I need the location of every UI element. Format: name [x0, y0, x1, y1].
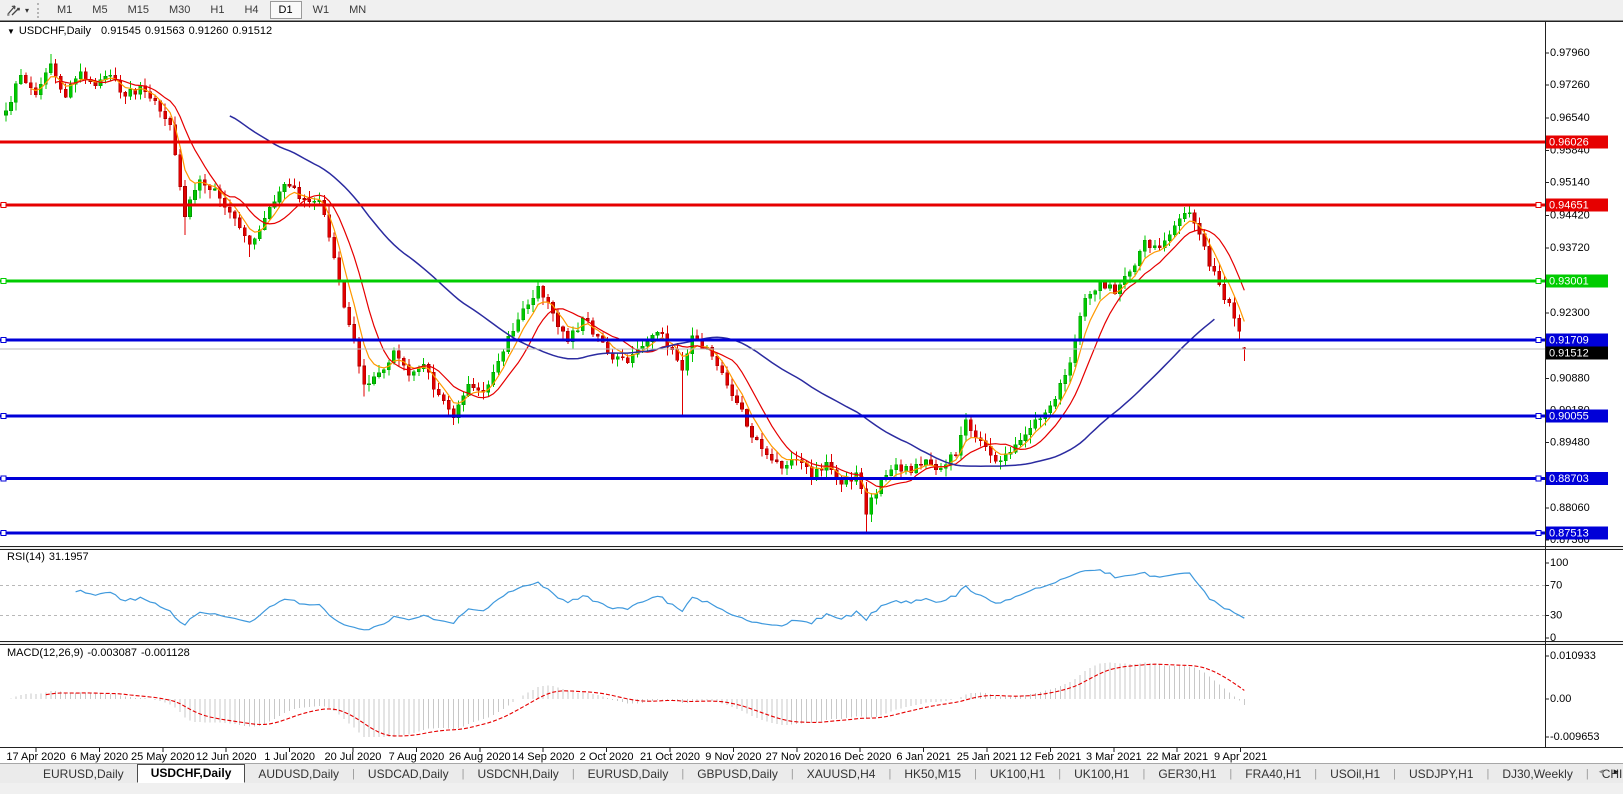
chart-tab-eurusd-daily[interactable]: EURUSD,Daily	[30, 765, 137, 783]
ohlc-close: 0.91512	[232, 25, 273, 37]
rsi-axis-tick: 70	[1550, 580, 1562, 592]
date-axis-label: 22 Mar 2021	[1146, 751, 1208, 763]
date-axis-label: 12 Feb 2021	[1020, 751, 1082, 763]
rsi-axis-tick: 30	[1550, 610, 1562, 622]
chart-tab-audusd-daily[interactable]: AUDUSD,Daily	[245, 765, 352, 783]
price-level-label: 0.90055	[1549, 411, 1589, 423]
timeframe-button-m15[interactable]: M15	[119, 1, 158, 19]
chart-tab-uk100-h1[interactable]: UK100,H1	[977, 765, 1058, 783]
timeframe-buttons: M1 M5 M15 M30 H1 H4 D1 W1 MN	[47, 1, 376, 19]
chart-tab-usdchf-daily[interactable]: USDCHF,Daily	[136, 764, 246, 783]
date-axis-label: 7 Aug 2020	[389, 751, 445, 763]
chart-tab-xauusd-h4[interactable]: XAUUSD,H4	[794, 765, 889, 783]
toolbar-grip[interactable]	[37, 2, 40, 18]
date-axis-label: 1 Jul 2020	[264, 751, 315, 763]
date-axis-label: 26 Aug 2020	[449, 751, 511, 763]
chart-tab-eurusd-daily[interactable]: EURUSD,Daily	[575, 765, 682, 783]
chart-tab-fra40-h1[interactable]: FRA40,H1	[1232, 765, 1314, 783]
date-axis-label: 3 Mar 2021	[1086, 751, 1142, 763]
bottom-strip	[0, 783, 1623, 794]
ohlc-high: 0.91563	[144, 25, 185, 37]
chart-tab-uk100-h1[interactable]: UK100,H1	[1061, 765, 1142, 783]
macd-axis-tick: -0.009653	[1550, 731, 1600, 743]
price-axis-tick: 0.90880	[1550, 372, 1590, 384]
price-level-label: 0.93001	[1549, 275, 1589, 287]
price-chart-canvas[interactable]: 0.979600.972600.965400.958400.951400.944…	[0, 21, 1623, 763]
date-axis-label: 27 Nov 2020	[766, 751, 828, 763]
macd-axis-tick: 0.00	[1550, 693, 1571, 705]
chart-tab-usdcnh-daily[interactable]: USDCNH,Daily	[464, 765, 571, 783]
price-level-label: 0.91709	[1549, 335, 1589, 347]
timeframe-button-h1[interactable]: H1	[201, 1, 233, 19]
price-axis-tick: 0.92300	[1550, 307, 1590, 319]
date-axis-label: 21 Oct 2020	[640, 751, 700, 763]
date-axis-label: 2 Oct 2020	[580, 751, 634, 763]
ohlc-low: 0.91260	[188, 25, 229, 37]
chart-tab-ger30-h1[interactable]: GER30,H1	[1145, 765, 1229, 783]
chart-tab-hk50-m15[interactable]: HK50,M15	[891, 765, 974, 783]
date-axis-label: 6 Jan 2021	[896, 751, 950, 763]
chevron-down-icon[interactable]: ▾	[25, 6, 29, 15]
timeframe-button-mn[interactable]: MN	[340, 1, 375, 19]
date-axis-label: 16 Dec 2020	[829, 751, 891, 763]
date-axis-label: 9 Apr 2021	[1214, 751, 1267, 763]
date-axis-label: 14 Sep 2020	[512, 751, 574, 763]
tab-scroll-right-icon[interactable]: ►	[1612, 768, 1620, 776]
price-axis-tick: 0.95140	[1550, 177, 1590, 189]
price-level-label: 0.91512	[1549, 348, 1589, 360]
price-axis-tick: 0.97960	[1550, 47, 1590, 59]
trading-terminal-window: ▾ M1 M5 M15 M30 H1 H4 D1 W1 MN ▼ USDCHF,Daily 0.91…	[0, 0, 1623, 794]
date-axis-label: 17 Apr 2020	[6, 751, 65, 763]
chart-tab-usdjpy-h1[interactable]: USDJPY,H1	[1396, 765, 1486, 783]
rsi-axis-tick: 100	[1550, 557, 1568, 569]
timeframe-button-d1[interactable]: D1	[269, 1, 302, 19]
rsi-value: 31.1957	[48, 551, 89, 563]
ohlc-open: 0.91545	[101, 25, 141, 37]
chart-tab-bar: EURUSD,Daily USDCHF,Daily AUDUSD,Daily | USD…	[0, 763, 1623, 783]
chart-tab-usoil-h1[interactable]: USOil,H1	[1317, 765, 1393, 783]
rsi-axis-tick: 0	[1550, 632, 1556, 644]
macd-main-value: -0.003087	[87, 647, 137, 659]
chart-tab-usdcad-daily[interactable]: USDCAD,Daily	[355, 765, 462, 783]
collapse-indicator-icon[interactable]: ▼	[7, 27, 15, 36]
chart-title: ▼ USDCHF,Daily 0.91545 0.91563 0.91260 0.9151…	[7, 25, 276, 37]
macd-name: MACD(12,26,9)	[7, 647, 84, 659]
price-axis-tick: 0.96540	[1550, 112, 1590, 124]
chart-symbol-label: USDCHF,Daily	[18, 25, 92, 37]
timeframe-button-h4[interactable]: H4	[235, 1, 267, 19]
macd-signal-value: -0.001128	[140, 647, 190, 659]
rsi-indicator-label: RSI(14) 31.1957	[7, 551, 93, 563]
timeframe-button-m5[interactable]: M5	[83, 1, 116, 19]
chart-tab-dj30-weekly[interactable]: DJ30,Weekly	[1489, 765, 1585, 783]
price-level-label: 0.94651	[1549, 200, 1589, 212]
draw-cursor-icon[interactable]	[3, 2, 25, 19]
macd-indicator-label: MACD(12,26,9) -0.003087 -0.001128	[7, 647, 194, 659]
price-axis-tick: 0.93720	[1550, 242, 1590, 254]
price-axis-tick: 0.88060	[1550, 502, 1590, 514]
price-level-label: 0.96026	[1549, 136, 1589, 148]
tab-scroll-buttons: ◄ ►	[1597, 768, 1620, 776]
date-axis-label: 25 Jan 2021	[957, 751, 1018, 763]
date-axis-label: 20 Jul 2020	[325, 751, 382, 763]
date-axis-label: 6 May 2020	[71, 751, 128, 763]
timeframe-button-w1[interactable]: W1	[304, 1, 339, 19]
timeframe-toolbar: ▾ M1 M5 M15 M30 H1 H4 D1 W1 MN	[0, 0, 1623, 21]
price-level-label: 0.87513	[1549, 527, 1589, 539]
chart-background	[0, 21, 1623, 763]
timeframe-button-m1[interactable]: M1	[48, 1, 81, 19]
price-level-label: 0.88703	[1549, 473, 1589, 485]
date-axis-label: 12 Jun 2020	[196, 751, 257, 763]
tab-scroll-left-icon[interactable]: ◄	[1597, 768, 1605, 776]
macd-axis-tick: 0.010933	[1550, 650, 1596, 662]
timeframe-button-m30[interactable]: M30	[160, 1, 199, 19]
date-axis-label: 9 Nov 2020	[705, 751, 761, 763]
rsi-name: RSI(14)	[7, 551, 45, 563]
price-axis-tick: 0.89480	[1550, 437, 1590, 449]
price-axis-tick: 0.97260	[1550, 79, 1590, 91]
chart-tab-gbpusd-daily[interactable]: GBPUSD,Daily	[684, 765, 791, 783]
date-axis-label: 25 May 2020	[131, 751, 195, 763]
